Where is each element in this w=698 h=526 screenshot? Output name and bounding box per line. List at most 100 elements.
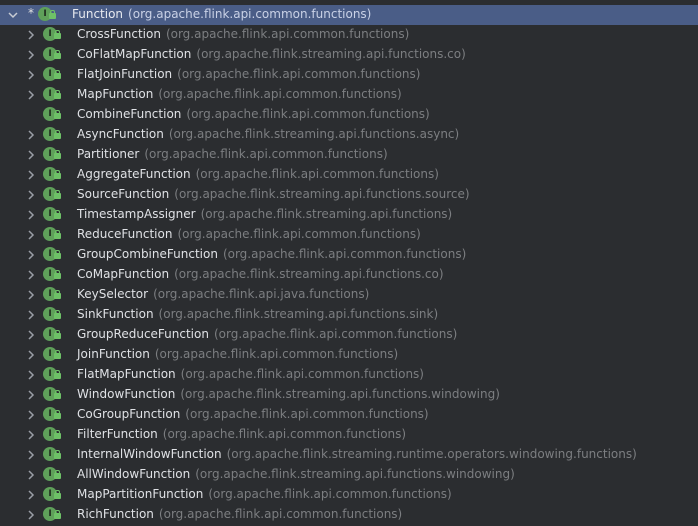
chevron-right-icon[interactable] xyxy=(25,269,37,281)
package-name: (org.apache.flink.api.common.functions) xyxy=(165,27,410,41)
tree-row[interactable]: I AsyncFunction (org.apache.flink.streamin… xyxy=(0,125,698,145)
chevron-right-icon[interactable] xyxy=(25,289,37,301)
chevron-right-icon[interactable] xyxy=(25,149,37,161)
chevron-down-icon[interactable] xyxy=(7,9,19,21)
chevron-right-icon[interactable] xyxy=(25,169,37,181)
chevron-right-icon[interactable] xyxy=(25,369,37,381)
interface-icon: I xyxy=(43,247,61,263)
tree-row-root[interactable]: * I Function (org.apache.flink.api.common… xyxy=(0,5,698,25)
package-name: (org.apache.flink.streaming.api.function… xyxy=(174,187,470,201)
tree-row[interactable]: I JoinFunction (org.apache.flink.api.commo… xyxy=(0,345,698,365)
type-name: CoFlatMapFunction xyxy=(77,47,192,61)
tree-row-label: JoinFunction (org.apache.flink.api.common… xyxy=(77,347,398,361)
tree-row[interactable]: I MapFunction (org.apache.flink.api.common… xyxy=(0,85,698,105)
tree-row[interactable]: I KeySelector (org.apache.flink.api.java.f… xyxy=(0,285,698,305)
tree-row-label: CombineFunction (org.apache.flink.api.com… xyxy=(77,107,430,121)
tree-row[interactable]: I AggregateFunction (org.apache.flink.api.… xyxy=(0,165,698,185)
interface-icon: I xyxy=(43,147,61,163)
lock-icon xyxy=(54,350,61,359)
chevron-right-icon[interactable] xyxy=(25,129,37,141)
lock-icon xyxy=(49,10,56,19)
interface-icon: I xyxy=(43,107,61,123)
package-name: (org.apache.flink.api.common.functions) xyxy=(162,427,407,441)
tree-row[interactable]: I CombineFunction (org.apache.flink.api.co… xyxy=(0,105,698,125)
package-name: (org.apache.flink.api.common.functions) xyxy=(180,367,424,381)
lock-icon xyxy=(54,150,61,159)
package-name: (org.apache.flink.streaming.api.function… xyxy=(174,267,444,281)
package-name: (org.apache.flink.api.common.functions) xyxy=(144,147,388,161)
tree-row[interactable]: I Partitioner (org.apache.flink.api.common… xyxy=(0,145,698,165)
tree-row[interactable]: I SinkFunction (org.apache.flink.streaming… xyxy=(0,305,698,325)
interface-icon: I xyxy=(43,407,61,423)
interface-icon: I xyxy=(43,207,61,223)
type-name: WindowFunction xyxy=(77,387,176,401)
chevron-right-icon[interactable] xyxy=(25,489,37,501)
chevron-right-icon[interactable] xyxy=(25,469,37,481)
package-name: (org.apache.flink.api.common.functions) xyxy=(195,167,439,181)
tree-row-label: CrossFunction (org.apache.flink.api.commo… xyxy=(77,27,409,41)
tree-row[interactable]: I GroupCombineFunction (org.apache.flink.a… xyxy=(0,245,698,265)
lock-icon xyxy=(54,250,61,259)
tree-row[interactable]: I CrossFunction (org.apache.flink.api.comm… xyxy=(0,25,698,45)
tree-row[interactable]: I InternalWindowFunction (org.apache.flink… xyxy=(0,445,698,465)
tree-row-label: GroupCombineFunction (org.apache.flink.ap… xyxy=(77,247,466,261)
lock-icon xyxy=(54,70,61,79)
chevron-right-icon[interactable] xyxy=(25,189,37,201)
chevron-right-icon[interactable] xyxy=(25,449,37,461)
type-name: FlatMapFunction xyxy=(77,367,176,381)
package-name: (org.apache.flink.streaming.api.function… xyxy=(180,387,500,401)
lock-icon xyxy=(54,270,61,279)
tree-row[interactable]: I CoGroupFunction (org.apache.flink.api.co… xyxy=(0,405,698,425)
chevron-right-icon[interactable] xyxy=(25,309,37,321)
tree-row[interactable]: I TimestampAssigner (org.apache.flink.stre… xyxy=(0,205,698,225)
chevron-right-icon[interactable] xyxy=(25,229,37,241)
tree-row[interactable]: I RichFunction (org.apache.flink.api.commo… xyxy=(0,505,698,525)
chevron-right-icon[interactable] xyxy=(25,49,37,61)
chevron-right-icon[interactable] xyxy=(25,409,37,421)
lock-icon xyxy=(54,30,61,39)
tree-row[interactable]: I GroupReduceFunction (org.apache.flink.ap… xyxy=(0,325,698,345)
tree-row[interactable]: I FlatMapFunction (org.apache.flink.api.co… xyxy=(0,365,698,385)
tree-row[interactable]: I ReduceFunction (org.apache.flink.api.com… xyxy=(0,225,698,245)
lock-icon xyxy=(54,370,61,379)
chevron-right-icon[interactable] xyxy=(25,29,37,41)
package-name: (org.apache.flink.api.common.functions) xyxy=(186,107,430,121)
tree-row-label: AsyncFunction (org.apache.flink.streaming… xyxy=(77,127,459,141)
lock-icon xyxy=(54,50,61,59)
chevron-right-icon[interactable] xyxy=(25,249,37,261)
tree-row[interactable]: I AllWindowFunction (org.apache.flink.stre… xyxy=(0,465,698,485)
chevron-right-icon[interactable] xyxy=(25,209,37,221)
interface-icon: I xyxy=(43,267,61,283)
type-name: CoMapFunction xyxy=(77,267,170,281)
tree-row[interactable]: I FilterFunction (org.apache.flink.api.com… xyxy=(0,425,698,445)
type-name: MapPartitionFunction xyxy=(77,487,204,501)
chevron-right-icon[interactable] xyxy=(25,429,37,441)
interface-icon: I xyxy=(43,187,61,203)
tree-row[interactable]: I WindowFunction (org.apache.flink.streami… xyxy=(0,385,698,405)
chevron-right-icon[interactable] xyxy=(25,349,37,361)
lock-icon xyxy=(54,470,61,479)
chevron-right-icon[interactable] xyxy=(25,389,37,401)
type-name: ReduceFunction xyxy=(77,227,173,241)
lock-icon xyxy=(54,170,61,179)
package-name: (org.apache.flink.api.common.functions) xyxy=(208,487,452,501)
tree-row[interactable]: I CoMapFunction (org.apache.flink.streamin… xyxy=(0,265,698,285)
type-name: SourceFunction xyxy=(77,187,170,201)
chevron-right-icon[interactable] xyxy=(25,69,37,81)
tree-row-label: CoFlatMapFunction (org.apache.flink.strea… xyxy=(77,47,466,61)
chevron-right-icon[interactable] xyxy=(25,329,37,341)
chevron-right-icon[interactable] xyxy=(25,509,37,521)
type-name: AggregateFunction xyxy=(77,167,191,181)
interface-icon: I xyxy=(43,467,61,483)
tree-row-label: InternalWindowFunction (org.apache.flink.… xyxy=(77,447,637,461)
type-name: AsyncFunction xyxy=(77,127,164,141)
tree-row[interactable]: I SourceFunction (org.apache.flink.streami… xyxy=(0,185,698,205)
package-name: (org.apache.flink.api.common.functions) xyxy=(128,7,372,21)
lock-icon xyxy=(54,130,61,139)
tree-row[interactable]: I CoFlatMapFunction (org.apache.flink.stre… xyxy=(0,45,698,65)
tree-row[interactable]: I FlatJoinFunction (org.apache.flink.api.c… xyxy=(0,65,698,85)
tree-row[interactable]: I MapPartitionFunction (org.apache.flink.a… xyxy=(0,485,698,505)
chevron-right-icon[interactable] xyxy=(25,89,37,101)
lock-icon xyxy=(54,490,61,499)
package-name: (org.apache.flink.streaming.runtime.oper… xyxy=(226,447,637,461)
